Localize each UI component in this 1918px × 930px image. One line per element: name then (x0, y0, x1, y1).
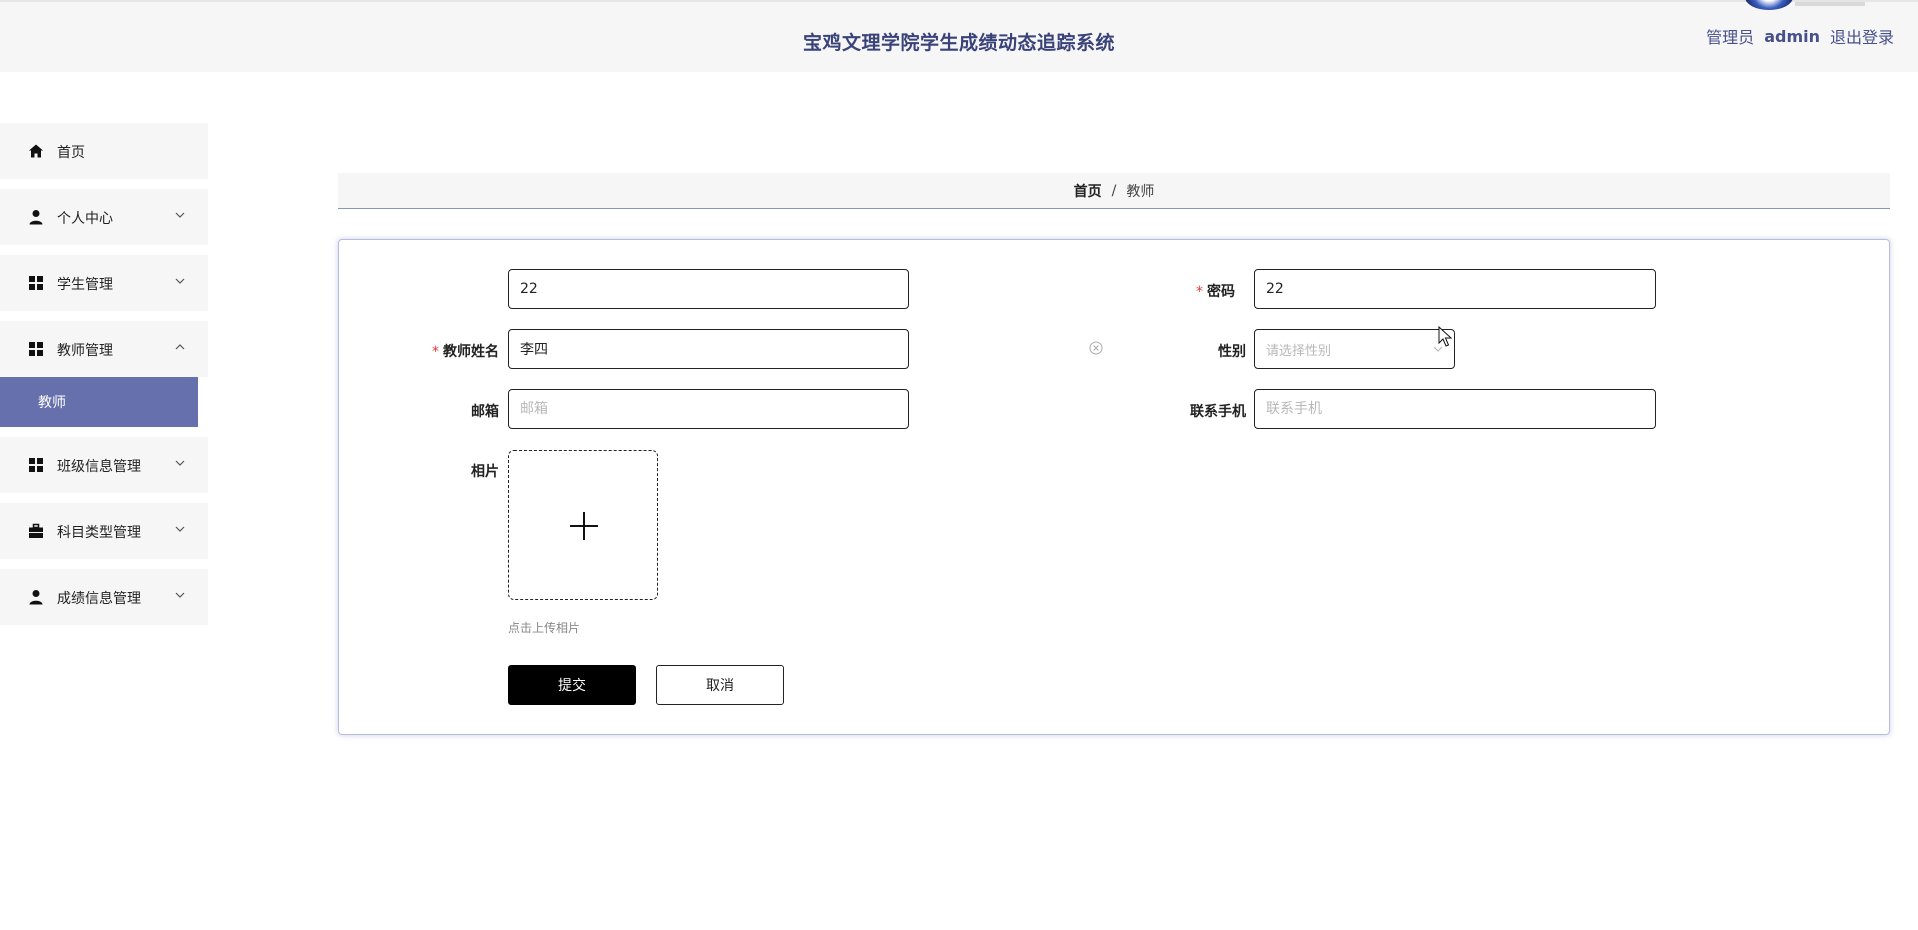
grid-icon (29, 458, 43, 472)
breadcrumb: 首页 / 教师 (338, 173, 1890, 209)
cancel-button[interactable]: 取消 (656, 665, 784, 705)
phone-input[interactable] (1254, 389, 1656, 429)
sidebar-item-label: 班级信息管理 (57, 459, 141, 475)
sidebar-item-home[interactable]: 首页 (0, 123, 208, 179)
grid-icon (29, 276, 43, 290)
submit-button[interactable]: 提交 (508, 665, 636, 705)
phone-label: 联系手机 (1190, 404, 1246, 420)
app-title: 宝鸡文理学院学生成绩动态追踪系统 (802, 32, 1115, 54)
breadcrumb-separator: / (1111, 182, 1117, 199)
logout-link[interactable]: 退出登录 (1830, 24, 1894, 48)
person-icon (29, 210, 43, 225)
sidebar-item-class-info-management[interactable]: 班级信息管理 (0, 437, 208, 493)
home-icon (29, 144, 43, 158)
sidebar-item-label: 学生管理 (57, 277, 113, 293)
photo-upload-hint: 点击上传相片 (508, 621, 581, 635)
sidebar-item-label: 教师管理 (57, 343, 113, 359)
gender-label: 性别 (1218, 344, 1246, 360)
sidebar: 首页 个人中心 学生管理 教师管理 教师 班级信息管理 科目类型管理 成绩信息管… (0, 123, 208, 635)
chevron-down-icon (175, 592, 185, 598)
sidebar-item-label: 科目类型管理 (57, 525, 141, 541)
photo-label: 相片 (471, 464, 499, 480)
teacher-form: *工号 *密码 *教师姓名 性别 请选择性别 邮箱 联系手机 相片 点击上传相片… (338, 239, 1890, 735)
chevron-down-icon (175, 212, 185, 218)
mouse-cursor-icon (1438, 326, 1452, 347)
breadcrumb-current: 教师 (1126, 183, 1155, 200)
chevron-up-icon (175, 344, 185, 350)
sidebar-item-personal-center[interactable]: 个人中心 (0, 189, 208, 245)
gender-select-placeholder: 请选择性别 (1266, 343, 1332, 359)
chevron-down-icon (175, 278, 185, 284)
username: admin (1764, 26, 1820, 46)
avatar-underline (1795, 2, 1865, 6)
photo-upload[interactable] (508, 450, 658, 600)
sidebar-item-label: 首页 (57, 145, 85, 161)
chevron-down-icon (175, 526, 185, 532)
breadcrumb-home[interactable]: 首页 (1074, 181, 1102, 201)
password-input[interactable] (1254, 269, 1656, 309)
password-label: * 密码 (1196, 284, 1235, 300)
sidebar-item-grade-info-management[interactable]: 成绩信息管理 (0, 569, 208, 625)
sidebar-item-teacher-management[interactable]: 教师管理 (0, 321, 208, 377)
sidebar-item-label: 成绩信息管理 (57, 591, 141, 607)
person-icon (29, 590, 43, 605)
user-area: 管理员 admin 退出登录 (1706, 24, 1894, 48)
sidebar-item-label: 个人中心 (57, 211, 113, 227)
sidebar-item-subject-type-management[interactable]: 科目类型管理 (0, 503, 208, 559)
sidebar-group-teacher-management: 教师管理 教师 (0, 321, 208, 427)
sidebar-subitem-teacher[interactable]: 教师 (0, 377, 198, 427)
top-header: 宝鸡文理学院学生成绩动态追踪系统 管理员 admin 退出登录 (0, 0, 1918, 72)
required-mark: * (1196, 284, 1203, 300)
sidebar-item-student-management[interactable]: 学生管理 (0, 255, 208, 311)
user-role: 管理员 (1706, 28, 1755, 47)
gender-select[interactable]: 请选择性别 (1254, 329, 1455, 369)
grid-icon (29, 342, 43, 356)
plus-icon (570, 512, 598, 540)
avatar[interactable] (1745, 0, 1793, 10)
briefcase-icon (29, 523, 43, 538)
chevron-down-icon (175, 460, 185, 466)
